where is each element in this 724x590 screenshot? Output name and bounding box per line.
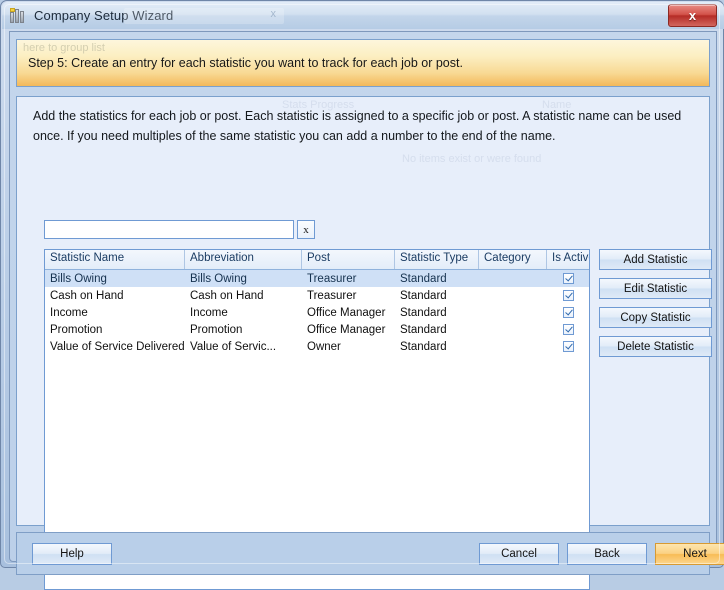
cell-abbreviation: Value of Servic... [190,340,277,353]
search-row: x [44,220,315,239]
column-header-is-active[interactable]: Is Active [547,250,589,269]
cell-abbreviation: Bills Owing [190,272,247,285]
cell-post: Office Manager [307,306,386,319]
cell-statistic-type: Standard [400,272,447,285]
cell-is-active [547,307,589,318]
table-row[interactable]: Promotion Promotion Office Manager Standard [45,321,589,338]
cell-statistic-type: Standard [400,289,447,302]
cell-is-active [547,341,589,352]
cell-is-active [547,290,589,301]
column-header-statistic-type[interactable]: Statistic Type [395,250,479,269]
cancel-button[interactable]: Cancel [479,543,559,565]
title-ghost-overlay: x [124,8,284,24]
copy-statistic-button[interactable]: Copy Statistic [599,307,712,328]
cell-post: Treasurer [307,272,357,285]
cell-abbreviation: Cash on Hand [190,289,264,302]
cell-statistic-type: Standard [400,323,447,336]
step-banner-text: Step 5: Create an entry for each statist… [28,56,463,70]
client-area: here to group list Step 5: Create an ent… [9,31,724,590]
close-icon[interactable]: x [668,4,717,27]
grid-body: Bills Owing Bills Owing Treasurer Standard C… [45,270,589,355]
is-active-checkbox[interactable] [562,307,574,318]
cell-abbreviation: Income [190,306,228,319]
column-header-post[interactable]: Post [302,250,395,269]
cell-statistic-name: Promotion [50,323,103,336]
cell-statistic-name: Income [50,306,88,319]
cell-statistic-type: Standard [400,340,447,353]
edit-statistic-button[interactable]: Edit Statistic [599,278,712,299]
grid-header-row: Statistic Name Abbreviation Post Statist… [45,250,589,270]
step-banner: here to group list Step 5: Create an ent… [16,39,710,87]
cell-statistic-type: Standard [400,306,447,319]
next-button[interactable]: Next [655,543,724,565]
add-statistic-button[interactable]: Add Statistic [599,249,712,270]
bar-chart-icon [10,8,27,23]
ghost-text-no-items: No items exist or were found [402,153,542,165]
cell-is-active [547,273,589,284]
cell-statistic-name: Bills Owing [50,272,107,285]
clear-search-icon[interactable]: x [297,220,315,239]
is-active-checkbox[interactable] [562,273,574,284]
wizard-window: Company Setup Wizard x x here to group l… [0,0,724,590]
cell-statistic-name: Cash on Hand [50,289,124,302]
table-row[interactable]: Value of Service Delivered Value of Servi… [45,338,589,355]
footer-bar: Help Cancel Back Next [16,532,724,575]
instructions-text: Add the statistics for each job or post.… [33,109,682,143]
cell-is-active [547,324,589,335]
is-active-checkbox[interactable] [562,324,574,335]
is-active-checkbox[interactable] [562,341,574,352]
back-button[interactable]: Back [567,543,647,565]
statistic-actions: Add Statistic Edit Statistic Copy Statis… [599,249,712,357]
cell-abbreviation: Promotion [190,323,243,336]
search-input[interactable] [44,220,294,239]
title-bar: Company Setup Wizard x x [2,2,724,29]
table-row[interactable]: Cash on Hand Cash on Hand Treasurer Standar… [45,287,589,304]
help-button[interactable]: Help [32,543,112,565]
delete-statistic-button[interactable]: Delete Statistic [599,336,712,357]
table-row[interactable]: Income Income Office Manager Standard [45,304,589,321]
is-active-checkbox[interactable] [562,290,574,301]
column-header-statistic-name[interactable]: Statistic Name [45,250,185,269]
cell-statistic-name: Value of Service Delivered [50,340,185,353]
cell-post: Office Manager [307,323,386,336]
cell-post: Treasurer [307,289,357,302]
banner-ghost-text: here to group list [23,42,105,54]
table-row[interactable]: Bills Owing Bills Owing Treasurer Standard [45,270,589,287]
instructions-panel: Stats Progress Name No items exist or we… [16,96,712,590]
column-header-category[interactable]: Category [479,250,547,269]
cell-post: Owner [307,340,341,353]
column-header-abbreviation[interactable]: Abbreviation [185,250,302,269]
